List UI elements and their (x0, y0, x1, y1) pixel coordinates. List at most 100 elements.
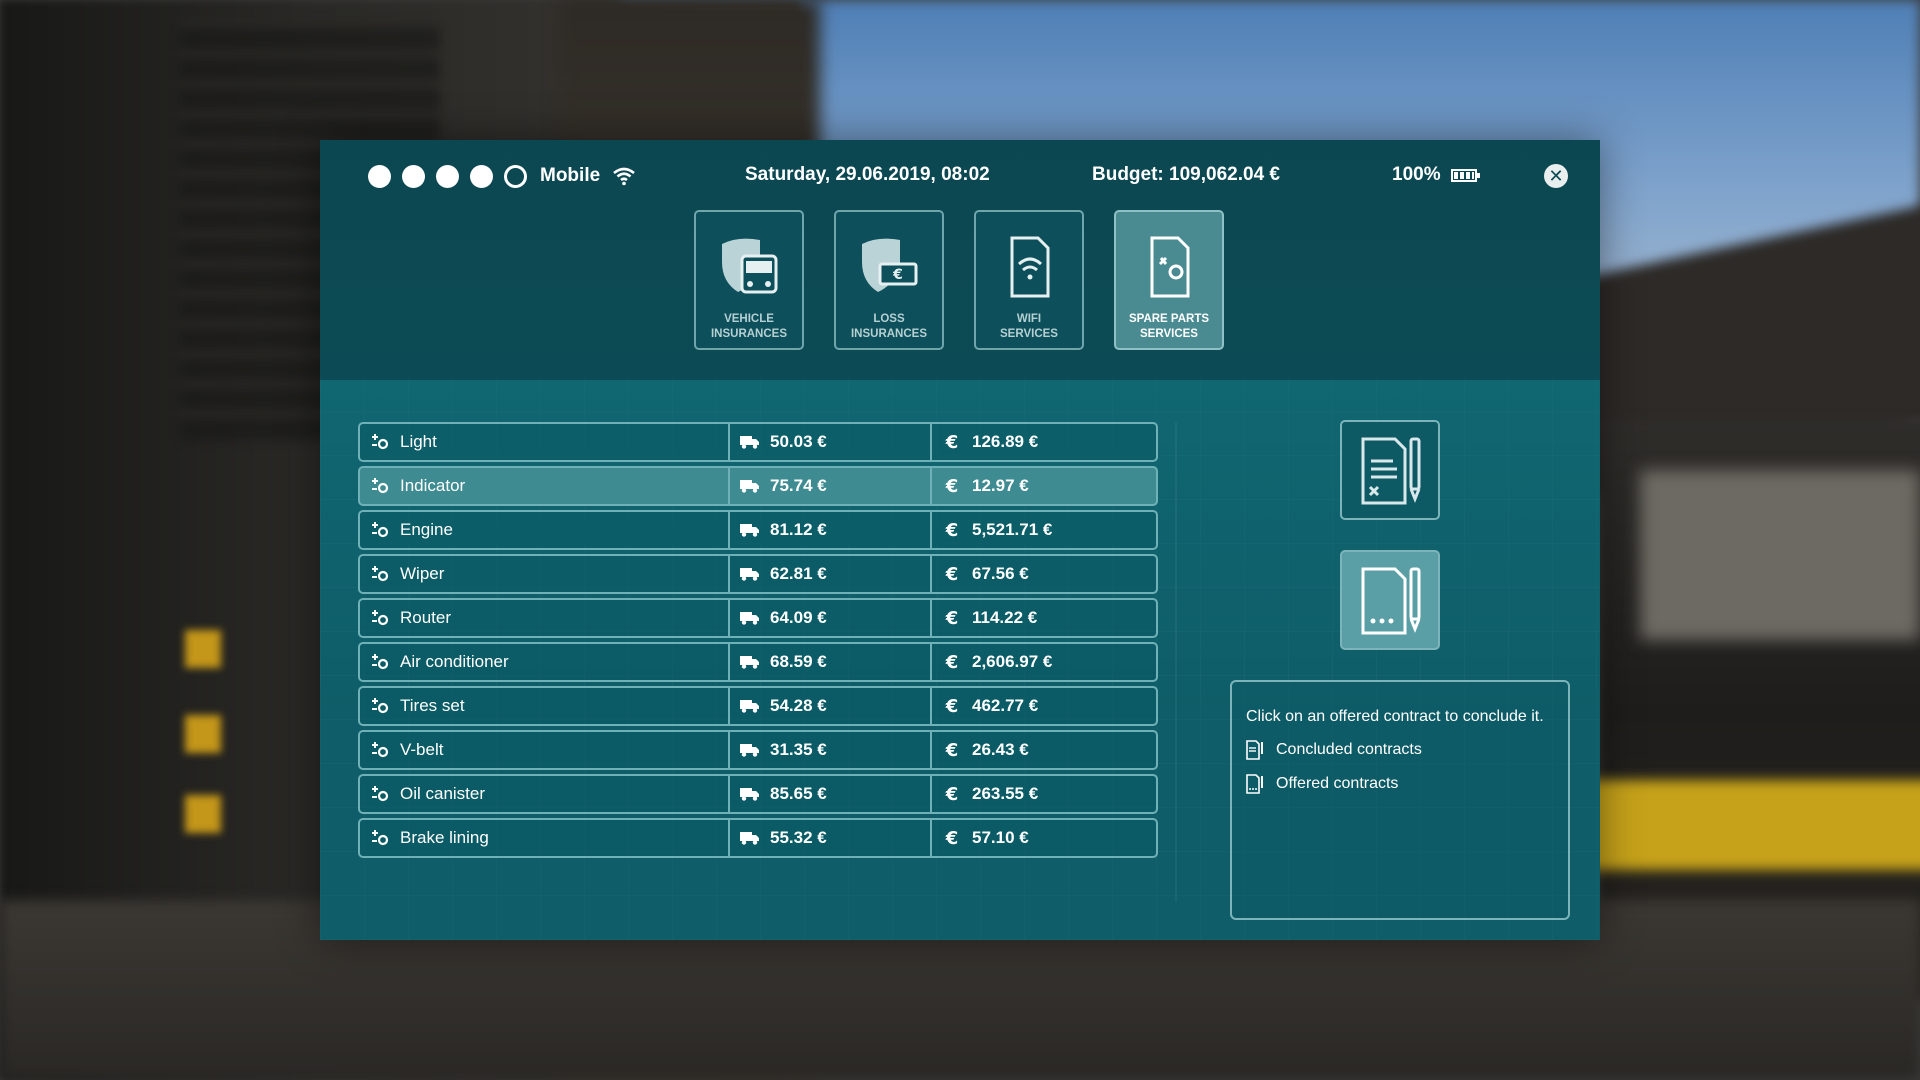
part-name: Oil canister (400, 784, 486, 803)
signal-dot (402, 164, 425, 188)
tab-spare-parts-services[interactable]: SPARE PARTS SERVICES (1114, 210, 1224, 350)
loss-insurance-icon: € (856, 228, 922, 306)
signal-dot (368, 164, 391, 188)
budget: Budget: 109,062.04 € (1092, 164, 1280, 185)
contracts-table: Light 50.03 € €126.89 € Indicator 75.74 € €12… (358, 422, 1158, 862)
table-row[interactable]: Wiper 62.81 € €67.56 € (358, 554, 1158, 594)
fee-cell: 55.32 € (730, 820, 932, 856)
truck-icon (740, 608, 760, 628)
tab-label: LOSS INSURANCES (850, 313, 928, 340)
part-name-cell: Engine (360, 512, 730, 548)
concluded-contracts-button[interactable] (1340, 420, 1440, 520)
fee-value: 50.03 € (770, 432, 827, 451)
part-name-cell: Light (360, 424, 730, 460)
part-name: Air conditioner (400, 652, 509, 671)
part-name: Indicator (400, 476, 466, 495)
price-cell: €2,606.97 € (932, 644, 1156, 680)
truck-icon (740, 432, 760, 452)
battery-status: 100% (1392, 164, 1480, 186)
vehicle-insurance-icon (716, 228, 782, 306)
phone-panel: Mobile Saturday, 29.06.2019, 08:02 Budge… (320, 140, 1600, 940)
spare-part-icon (370, 432, 390, 452)
price-cell: €5,521.71 € (932, 512, 1156, 548)
spare-part-icon (370, 476, 390, 496)
part-name: Engine (400, 520, 453, 539)
table-row[interactable]: Tires set 54.28 € €462.77 € (358, 686, 1158, 726)
tab-label: VEHICLE INSURANCES (710, 313, 788, 340)
truck-icon (740, 652, 760, 672)
table-row[interactable]: Brake lining 55.32 € €57.10 € (358, 818, 1158, 858)
fee-cell: 75.74 € (730, 468, 932, 504)
table-row[interactable]: Engine 81.12 € €5,521.71 € (358, 510, 1158, 550)
part-name: Wiper (400, 564, 445, 583)
price-value: 462.77 € (972, 696, 1039, 715)
battery-percent: 100% (1392, 164, 1441, 185)
offered-contracts-button[interactable] (1340, 550, 1440, 650)
svg-text:€: € (892, 267, 903, 283)
spare-part-icon (370, 564, 390, 584)
fee-cell: 31.35 € (730, 732, 932, 768)
tab-vehicle-insurances[interactable]: VEHICLE INSURANCES (694, 210, 804, 350)
part-name: Tires set (400, 696, 465, 715)
fee-cell: 85.65 € (730, 776, 932, 812)
price-value: 263.55 € (972, 784, 1039, 803)
info-hint: Click on an offered contract to conclude… (1246, 708, 1544, 725)
euro-icon: € (945, 563, 959, 585)
tab-loss-insurances[interactable]: € LOSS INSURANCES (834, 210, 944, 350)
price-value: 67.56 € (972, 564, 1029, 583)
spare-part-icon (370, 784, 390, 804)
tab-label: WIFI SERVICES (1000, 313, 1058, 340)
part-name-cell: Air conditioner (360, 644, 730, 680)
divider (1175, 422, 1177, 902)
table-row[interactable]: V-belt 31.35 € €26.43 € (358, 730, 1158, 770)
info-box: Click on an offered contract to conclude… (1230, 680, 1570, 920)
table-row[interactable]: Air conditioner 68.59 € €2,606.97 € (358, 642, 1158, 682)
fee-value: 75.74 € (770, 476, 827, 495)
euro-icon: € (945, 783, 959, 805)
price-value: 2,606.97 € (972, 652, 1053, 671)
price-cell: €67.56 € (932, 556, 1156, 592)
euro-icon: € (945, 431, 959, 453)
price-cell: €114.22 € (932, 600, 1156, 636)
table-row[interactable]: Indicator 75.74 € €12.97 € (358, 466, 1158, 506)
fee-value: 85.65 € (770, 784, 827, 803)
part-name-cell: Oil canister (360, 776, 730, 812)
truck-window (1640, 470, 1920, 640)
part-name-cell: Brake lining (360, 820, 730, 856)
fee-cell: 64.09 € (730, 600, 932, 636)
category-tabs: VEHICLE INSURANCES € LOSS INSURANCES WIF… (694, 210, 1254, 350)
concluded-contract-icon (1246, 740, 1266, 760)
spare-part-icon (370, 696, 390, 716)
table-row[interactable]: Oil canister 85.65 € €263.55 € (358, 774, 1158, 814)
price-cell: €12.97 € (932, 468, 1156, 504)
wifi-service-icon (996, 228, 1062, 306)
price-value: 114.22 € (972, 608, 1038, 627)
part-name-cell: Router (360, 600, 730, 636)
tab-wifi-services[interactable]: WIFI SERVICES (974, 210, 1084, 350)
battery-icon (1450, 168, 1480, 182)
truck-icon (740, 564, 760, 584)
fee-value: 81.12 € (770, 520, 827, 539)
panel-header: Mobile Saturday, 29.06.2019, 08:02 Budge… (320, 140, 1600, 380)
price-cell: €57.10 € (932, 820, 1156, 856)
close-button[interactable]: ✕ (1544, 164, 1568, 188)
fee-value: 31.35 € (770, 740, 827, 759)
part-name-cell: Tires set (360, 688, 730, 724)
truck-stripe (1580, 780, 1920, 870)
yellow-marker (185, 795, 221, 833)
euro-icon: € (945, 651, 959, 673)
legend-offered-label: Offered contracts (1276, 775, 1399, 792)
table-row[interactable]: Router 64.09 € €114.22 € (358, 598, 1158, 638)
price-cell: €462.77 € (932, 688, 1156, 724)
concluded-contract-icon (1361, 437, 1421, 505)
fee-cell: 54.28 € (730, 688, 932, 724)
truck-icon (740, 828, 760, 848)
legend-offered: Offered contracts (1246, 774, 1554, 794)
wifi-icon (612, 166, 636, 186)
euro-icon: € (945, 695, 959, 717)
part-name-cell: Indicator (360, 468, 730, 504)
truck-icon (740, 696, 760, 716)
table-row[interactable]: Light 50.03 € €126.89 € (358, 422, 1158, 462)
price-value: 57.10 € (972, 828, 1029, 847)
spare-part-icon (370, 652, 390, 672)
